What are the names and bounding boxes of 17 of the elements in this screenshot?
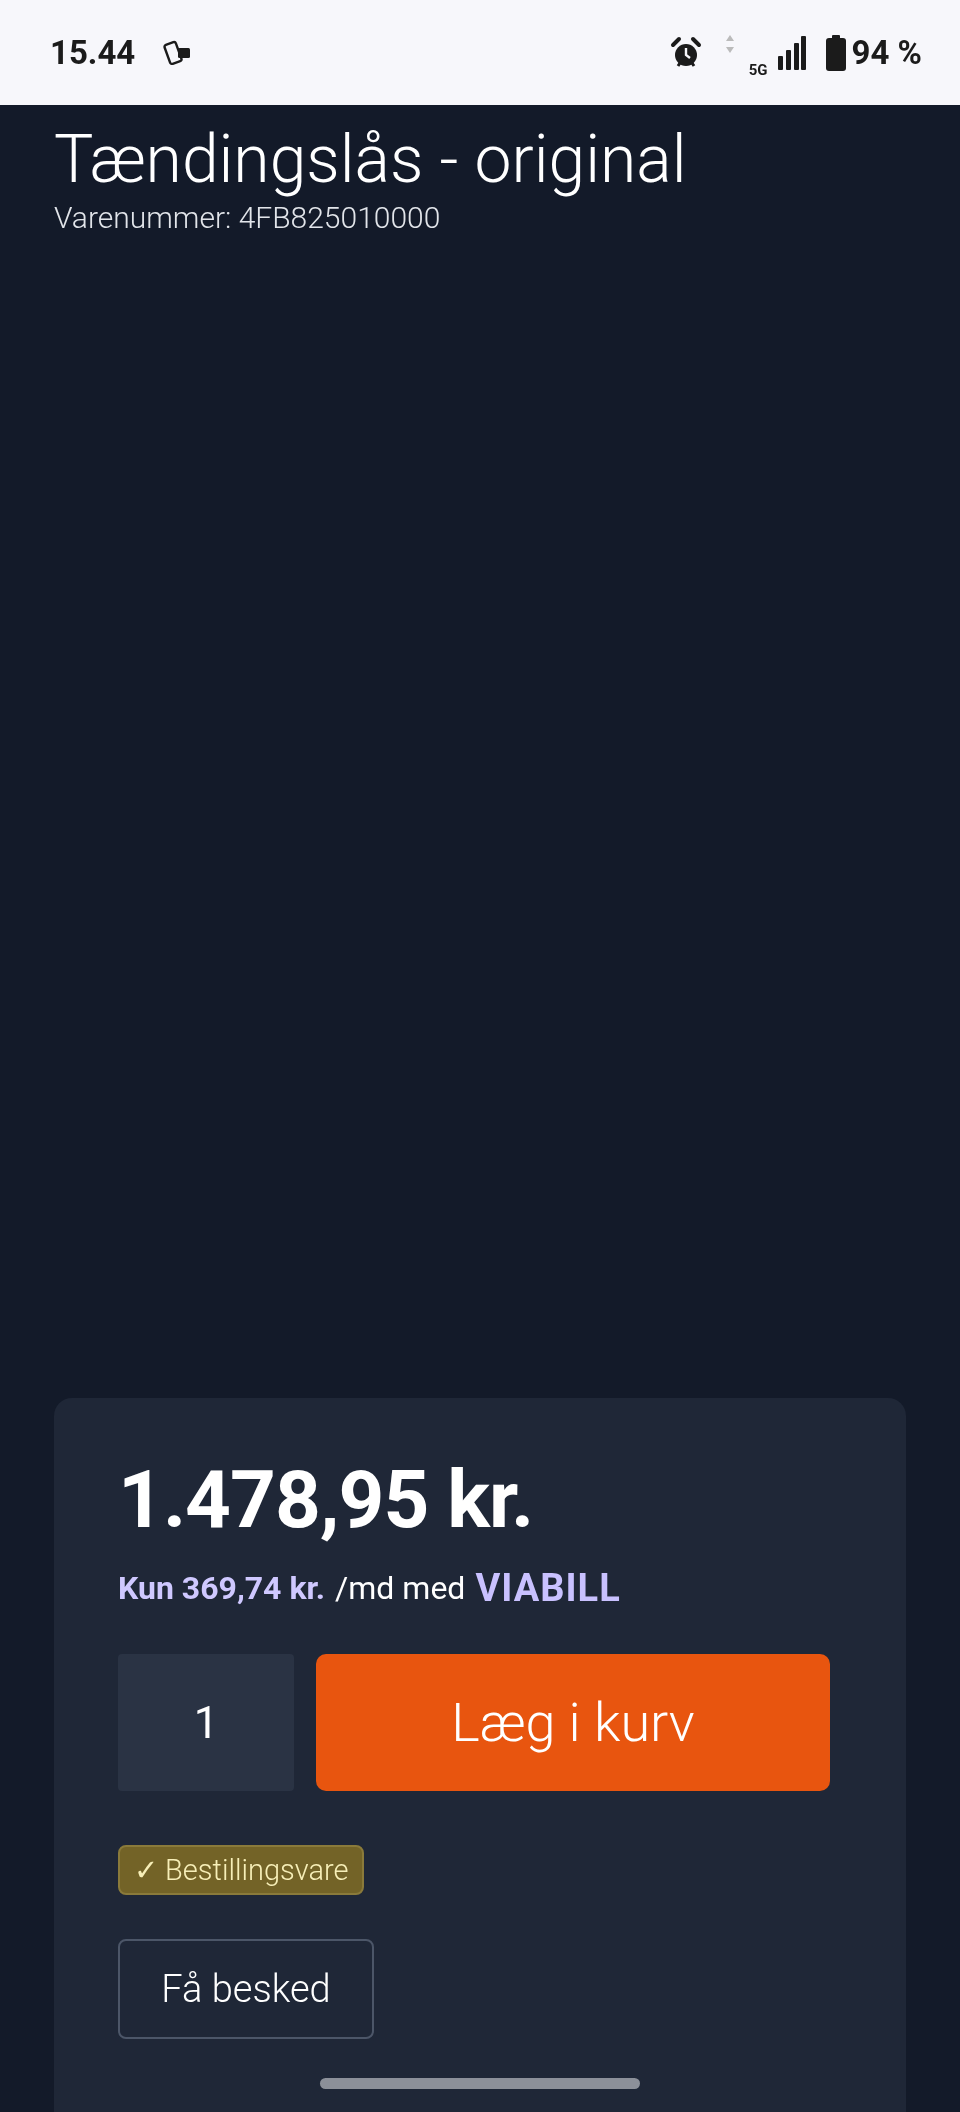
- installment-amount: Kun 369,74 kr.: [118, 1569, 326, 1607]
- viabill-logo: VIABILL: [475, 1566, 621, 1610]
- product-title: Tændingslås - original: [54, 120, 688, 200]
- add-to-cart-button[interactable]: Læg i kurv: [316, 1654, 830, 1791]
- home-indicator[interactable]: [320, 2078, 640, 2089]
- clock-time: 15.44: [50, 33, 136, 72]
- quantity-field[interactable]: 1: [118, 1654, 294, 1791]
- battery-level: 94 %: [851, 33, 922, 72]
- product-number: Varenummer: 4FB825010000: [54, 199, 442, 235]
- notify-button[interactable]: Få besked: [118, 1939, 374, 2039]
- product-price: 1.478,95 kr.: [118, 1456, 535, 1544]
- availability-badge: ✓ Bestillingsvare: [118, 1845, 365, 1895]
- data-arrows-icon: [724, 33, 735, 54]
- installment-text: /md med: [335, 1569, 466, 1607]
- battery-icon: [825, 34, 846, 71]
- network-type: 5G: [748, 60, 768, 79]
- signal-icon: [777, 35, 806, 70]
